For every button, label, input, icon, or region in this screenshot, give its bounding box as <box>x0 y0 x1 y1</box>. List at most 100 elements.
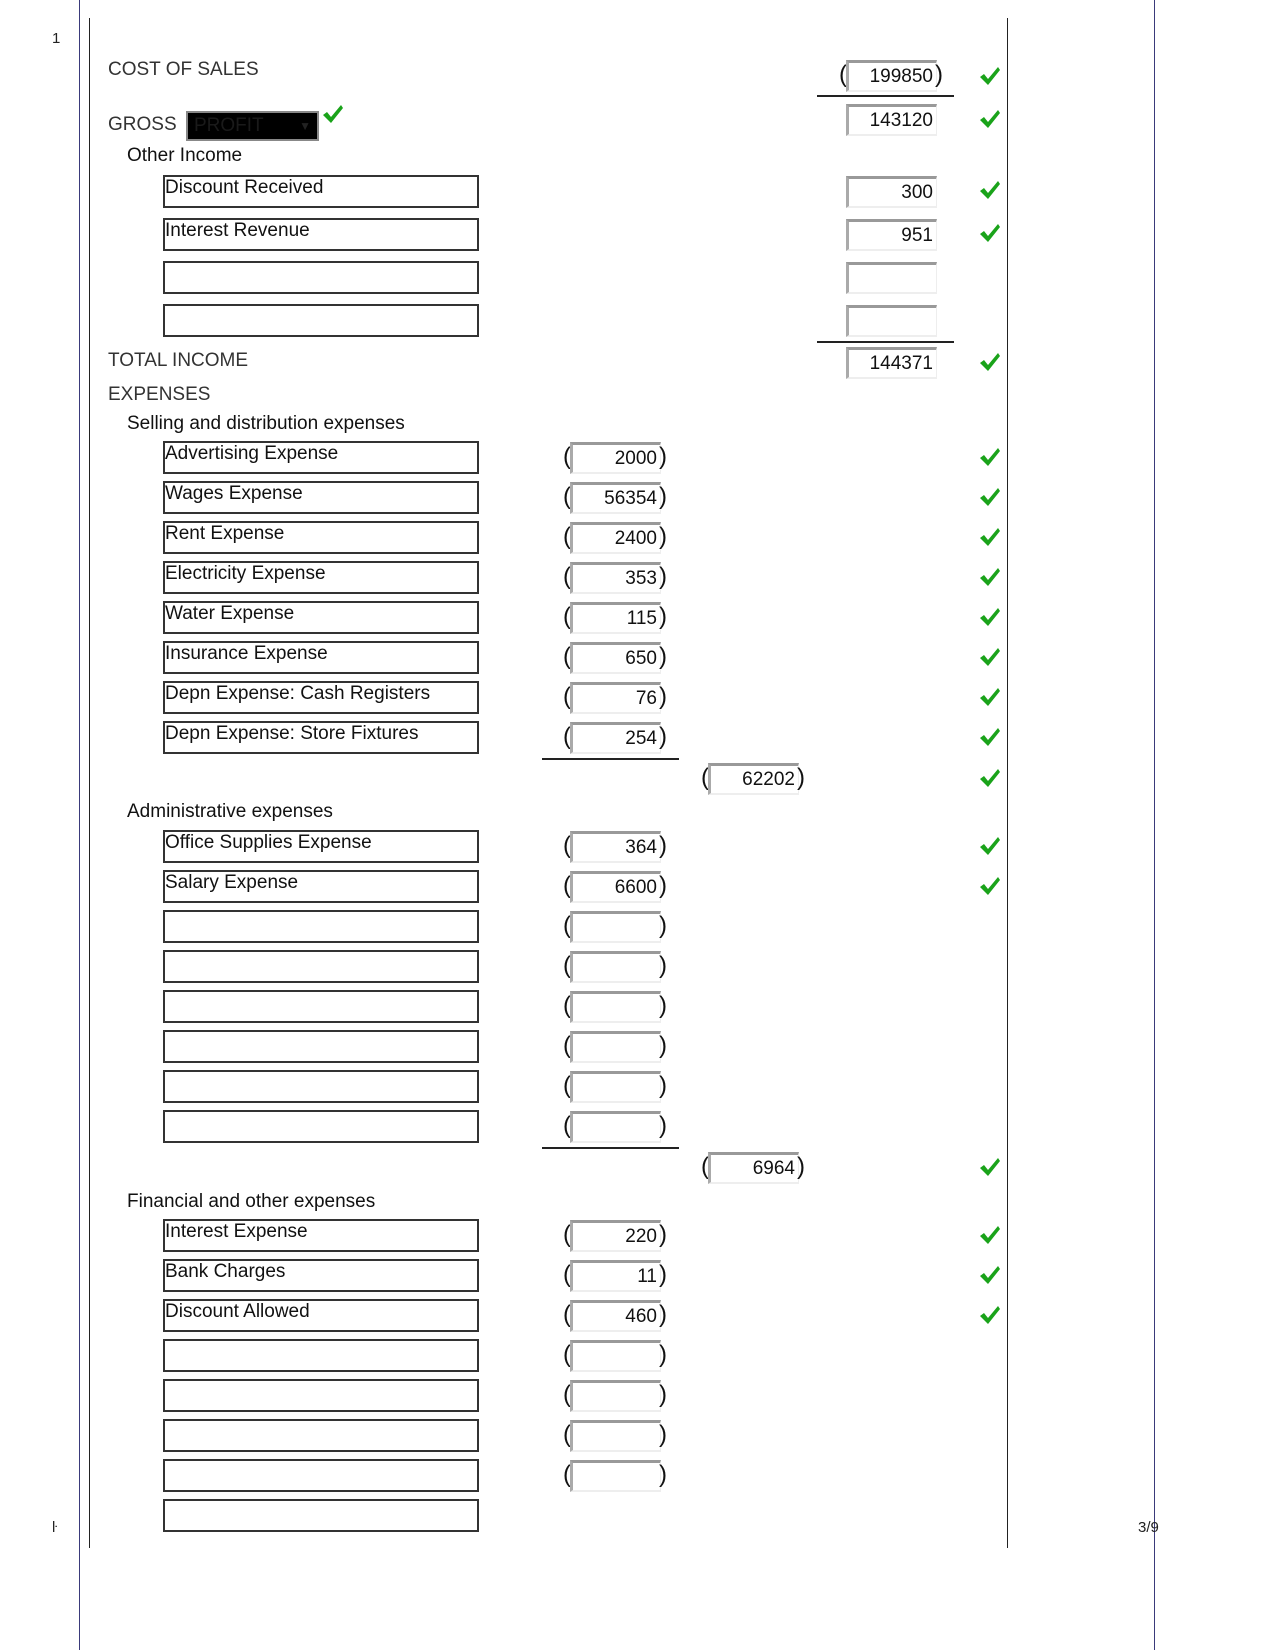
income-amount-input[interactable] <box>846 305 937 337</box>
paren-close: ) <box>659 992 667 1019</box>
check-icon <box>979 527 1001 547</box>
amount-input[interactable]: 11 <box>570 1260 661 1292</box>
expense-name-input[interactable]: Rent Expense <box>163 521 479 554</box>
frame-line-left-outer <box>79 0 80 1650</box>
expense-name-input[interactable]: Office Supplies Expense <box>163 830 479 863</box>
check-icon <box>979 1225 1001 1245</box>
paren-close: ) <box>797 1153 805 1180</box>
gross-amount-input[interactable]: 143120 <box>846 104 937 136</box>
income-name-input[interactable]: Interest Revenue <box>163 218 479 251</box>
amount-input[interactable]: 220 <box>570 1220 661 1252</box>
paren-close: ) <box>659 1301 667 1328</box>
amount-input[interactable] <box>570 951 661 983</box>
paren-close: ) <box>659 1341 667 1368</box>
admin-label: Administrative expenses <box>127 801 333 822</box>
amount-input[interactable]: 76 <box>570 682 661 714</box>
frame-line-right-inner <box>1007 18 1008 1548</box>
paren-close: ) <box>659 1032 667 1059</box>
expense-name-input[interactable]: Discount Allowed <box>163 1299 479 1332</box>
amount-input[interactable]: 2400 <box>570 522 661 554</box>
expense-name-input[interactable]: Water Expense <box>163 601 479 634</box>
total-income-label: TOTAL INCOME <box>108 350 249 371</box>
paren-close: ) <box>935 61 943 88</box>
check-icon <box>979 352 1001 372</box>
expense-name-input[interactable] <box>163 1070 479 1103</box>
check-icon <box>979 567 1001 587</box>
expense-name-input[interactable]: Electricity Expense <box>163 561 479 594</box>
expense-name-input[interactable] <box>163 1110 479 1143</box>
amount-input[interactable]: 62202 <box>708 763 799 795</box>
rule-cost-of-sales <box>817 95 954 97</box>
amount-input[interactable]: 460 <box>570 1300 661 1332</box>
amount-input[interactable]: 199850 <box>846 60 937 92</box>
expense-name-input[interactable] <box>163 1419 479 1452</box>
expense-name-input[interactable]: Insurance Expense <box>163 641 479 674</box>
expense-name-input[interactable] <box>163 1459 479 1492</box>
income-name-input[interactable]: Discount Received <box>163 175 479 208</box>
paren-close: ) <box>659 912 667 939</box>
expense-name-input[interactable]: Advertising Expense <box>163 441 479 474</box>
gross-type-select[interactable]: PROFIT ▼ <box>186 111 319 141</box>
expense-name-input[interactable]: Interest Expense <box>163 1219 479 1252</box>
paren-close: ) <box>659 683 667 710</box>
gross-label: GROSS <box>108 114 177 135</box>
amount-input[interactable]: 2000 <box>570 442 661 474</box>
expense-name-input[interactable] <box>163 950 479 983</box>
expense-name-input[interactable] <box>163 1339 479 1372</box>
rule-admin <box>542 1147 679 1149</box>
total-income-input[interactable]: 144371 <box>846 347 937 379</box>
paren-close: ) <box>659 723 667 750</box>
paren-close: ) <box>659 523 667 550</box>
page-indicator: 3/9 <box>1138 1519 1159 1536</box>
amount-input[interactable] <box>570 991 661 1023</box>
amount-input[interactable] <box>570 1380 661 1412</box>
selling-label: Selling and distribution expenses <box>127 413 405 434</box>
income-amount-input[interactable]: 300 <box>846 176 937 208</box>
check-icon <box>979 768 1001 788</box>
amount-input[interactable] <box>570 911 661 943</box>
expense-name-input[interactable] <box>163 1379 479 1412</box>
expenses-label: EXPENSES <box>108 384 211 405</box>
expense-name-input[interactable] <box>163 990 479 1023</box>
paren-close: ) <box>659 603 667 630</box>
amount-input[interactable] <box>570 1420 661 1452</box>
amount-input[interactable]: 6964 <box>708 1152 799 1184</box>
amount-input[interactable]: 115 <box>570 602 661 634</box>
amount-input[interactable] <box>570 1071 661 1103</box>
income-amount-input[interactable] <box>846 262 937 294</box>
chevron-down-icon: ▼ <box>299 119 311 133</box>
expense-name-input[interactable] <box>163 910 479 943</box>
amount-input[interactable] <box>570 1460 661 1492</box>
paren-close: ) <box>659 483 667 510</box>
check-icon <box>979 727 1001 747</box>
check-icon <box>979 180 1001 200</box>
financial-label: Financial and other expenses <box>127 1191 376 1212</box>
paren-close: ) <box>797 764 805 791</box>
amount-input[interactable] <box>570 1031 661 1063</box>
expense-name-input[interactable]: Salary Expense <box>163 870 479 903</box>
amount-input[interactable]: 56354 <box>570 482 661 514</box>
amount-input[interactable]: 353 <box>570 562 661 594</box>
expense-name-input[interactable] <box>163 1499 479 1532</box>
frame-line-left-inner <box>89 18 90 1548</box>
expense-name-input[interactable]: Depn Expense: Store Fixtures <box>163 721 479 754</box>
income-amount-input[interactable]: 951 <box>846 219 937 251</box>
expense-name-input[interactable] <box>163 1030 479 1063</box>
check-icon <box>979 109 1001 129</box>
amount-input[interactable]: 650 <box>570 642 661 674</box>
income-name-input[interactable] <box>163 261 479 294</box>
line-number: 1 <box>52 30 61 47</box>
expense-name-input[interactable]: Bank Charges <box>163 1259 479 1292</box>
amount-input[interactable]: 364 <box>570 831 661 863</box>
check-icon <box>979 1265 1001 1285</box>
check-icon <box>979 607 1001 627</box>
amount-input[interactable] <box>570 1340 661 1372</box>
income-name-input[interactable] <box>163 304 479 337</box>
amount-input[interactable] <box>570 1111 661 1143</box>
amount-input[interactable]: 254 <box>570 722 661 754</box>
expense-name-input[interactable]: Depn Expense: Cash Registers <box>163 681 479 714</box>
check-icon <box>979 66 1001 86</box>
expense-name-input[interactable]: Wages Expense <box>163 481 479 514</box>
amount-input[interactable]: 6600 <box>570 871 661 903</box>
paren-close: ) <box>659 563 667 590</box>
